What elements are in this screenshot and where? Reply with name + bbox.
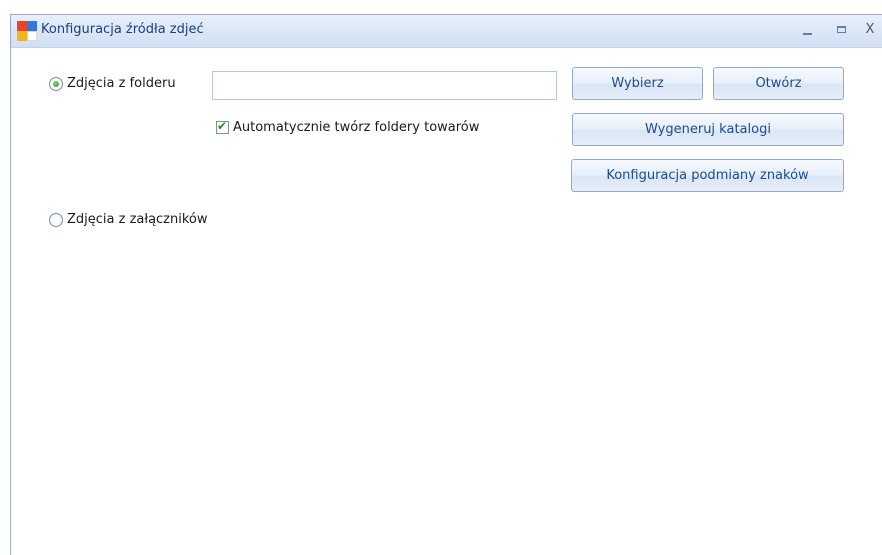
close-icon[interactable]: X xyxy=(859,21,881,39)
dialog-window: Konfiguracja źródła zdjeć X Zdjęcia z fo… xyxy=(10,14,882,555)
folder-option-label: Zdjęcia z folderu xyxy=(67,76,176,91)
folder-path-input[interactable] xyxy=(212,71,557,100)
char-replacement-config-button[interactable]: Konfiguracja podmiany znaków xyxy=(571,159,844,192)
maximize-icon[interactable] xyxy=(831,21,853,39)
radio-unselected-icon[interactable] xyxy=(49,212,63,227)
auto-create-label: Automatycznie twórz foldery towarów xyxy=(233,120,480,135)
radio-selected-icon[interactable] xyxy=(49,76,63,91)
attachments-option-label: Zdjęcia z załączników xyxy=(67,212,208,227)
app-grid-icon xyxy=(17,21,37,41)
check-icon: ✔ xyxy=(217,119,228,133)
radio-folder-option[interactable]: Zdjęcia z folderu xyxy=(49,76,176,91)
radio-attachments-option[interactable]: Zdjęcia z załączników xyxy=(49,212,208,227)
choose-button[interactable]: Wybierz xyxy=(572,67,703,100)
open-button[interactable]: Otwórz xyxy=(713,67,844,100)
title-bar[interactable]: Konfiguracja źródła zdjeć X xyxy=(11,15,882,48)
auto-create-folders-checkbox[interactable]: ✔ Automatycznie twórz foldery towarów xyxy=(216,119,480,135)
window-title: Konfiguracja źródła zdjeć xyxy=(41,22,204,37)
minimize-icon[interactable] xyxy=(797,21,819,39)
generate-catalogs-button[interactable]: Wygeneruj katalogi xyxy=(572,113,844,146)
checkbox-box[interactable]: ✔ xyxy=(216,119,229,134)
